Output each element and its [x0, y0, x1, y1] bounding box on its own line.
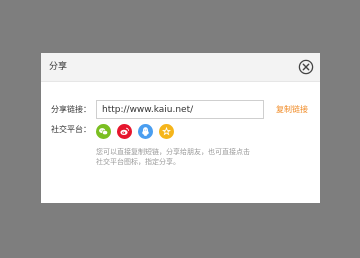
- copy-link-button[interactable]: 复制链接: [276, 104, 308, 116]
- weibo-share-button[interactable]: [117, 124, 132, 139]
- close-button[interactable]: [298, 59, 314, 75]
- share-hint-line-2: 社交平台图标，指定分享。: [96, 158, 180, 166]
- close-circle-icon: [298, 59, 314, 75]
- share-hint-line-1: 您可以直接复制短链，分享给朋友，也可直接点击: [96, 148, 250, 156]
- dialog-header: 分享: [41, 53, 320, 82]
- qq-icon: [142, 127, 149, 136]
- share-url-input[interactable]: [96, 100, 264, 119]
- social-platform-label: 社交平台：: [51, 125, 91, 134]
- share-link-label: 分享链接：: [51, 105, 91, 114]
- share-dialog: 分享 分享链接： 复制链接 社交平台：: [41, 53, 320, 203]
- wechat-icon: [99, 128, 108, 136]
- share-hint: 您可以直接复制短链，分享给朋友，也可直接点击 社交平台图标，指定分享。: [96, 147, 276, 167]
- wechat-share-button[interactable]: [96, 124, 111, 139]
- dialog-title: 分享: [49, 62, 68, 72]
- weibo-icon: [120, 127, 129, 135]
- qzone-icon: [162, 126, 171, 136]
- qq-share-button[interactable]: [138, 124, 153, 139]
- qzone-share-button[interactable]: [159, 124, 174, 139]
